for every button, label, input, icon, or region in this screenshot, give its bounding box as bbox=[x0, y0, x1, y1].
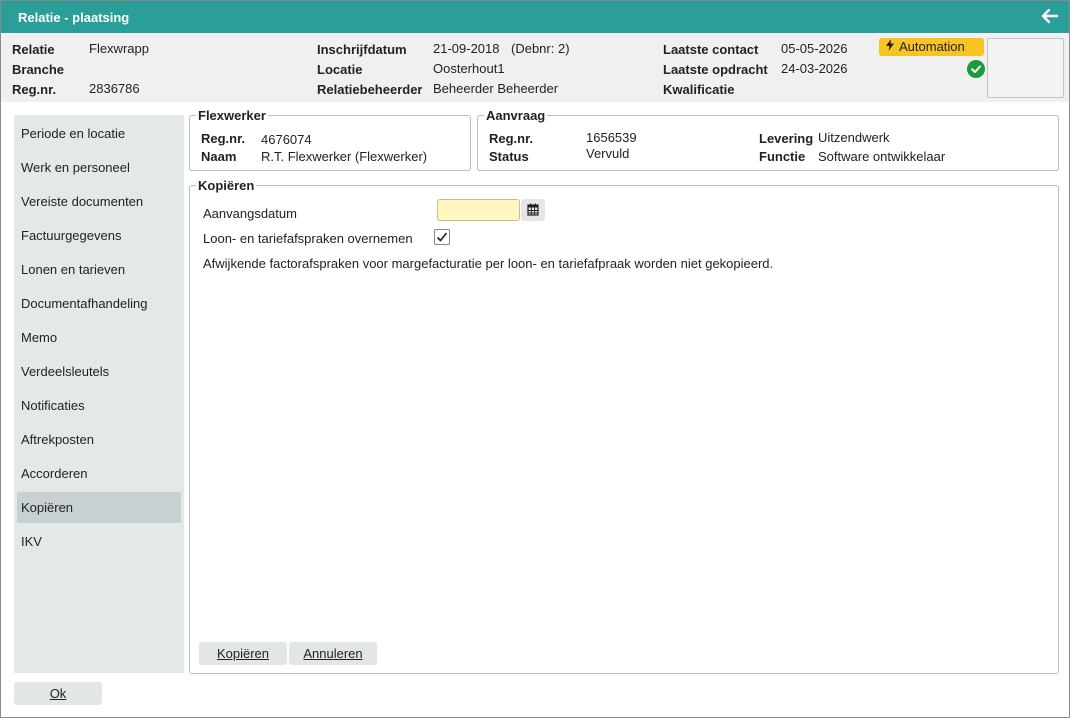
kopieren-panel: Kopiëren bbox=[189, 178, 1059, 674]
sidebar-item-kopieren[interactable]: Kopiëren bbox=[17, 492, 181, 523]
aanvraag-levering-value: Uitzendwerk bbox=[818, 130, 890, 145]
inschrijfdatum-value: 21-09-2018 bbox=[433, 41, 500, 56]
kwalificatie-label: Kwalificatie bbox=[663, 82, 735, 97]
relatiebeheerder-label: Relatiebeheerder bbox=[317, 82, 423, 97]
sidebar-item-lonen-en-tarieven[interactable]: Lonen en tarieven bbox=[17, 254, 181, 285]
aanvraag-legend: Aanvraag bbox=[486, 108, 546, 123]
laatste-contact-label: Laatste contact bbox=[663, 42, 759, 57]
aanvangsdatum-input[interactable] bbox=[437, 199, 520, 221]
branche-label: Branche bbox=[12, 62, 65, 77]
sidebar-item-werk-en-personeel[interactable]: Werk en personeel bbox=[17, 152, 181, 183]
checkmark-icon bbox=[436, 232, 448, 242]
laatste-contact-value: 05-05-2026 bbox=[781, 41, 848, 56]
sidebar-item-factuurgegevens[interactable]: Factuurgegevens bbox=[17, 220, 181, 251]
aanvraag-status-label: Status bbox=[489, 149, 529, 164]
sidebar-item-vereiste-documenten[interactable]: Vereiste documenten bbox=[17, 186, 181, 217]
laatste-opdracht-value: 24-03-2026 bbox=[781, 61, 848, 76]
dialog-window: Relatie - plaatsing Relatie Flexwrapp Br… bbox=[0, 0, 1070, 718]
sidebar-item-memo[interactable]: Memo bbox=[17, 322, 181, 353]
window-title: Relatie - plaatsing bbox=[18, 10, 130, 25]
annuleren-button[interactable]: Annuleren bbox=[289, 642, 377, 665]
loon-tarief-checkbox[interactable] bbox=[434, 229, 450, 245]
info-text: Afwijkende factorafspraken voor margefac… bbox=[203, 256, 774, 271]
flexwerker-legend: Flexwerker bbox=[198, 108, 266, 123]
sidebar-item-ikv[interactable]: IKV bbox=[17, 526, 181, 557]
laatste-opdracht-label: Laatste opdracht bbox=[663, 62, 768, 77]
aanvraag-functie-value: Software ontwikkelaar bbox=[818, 149, 946, 164]
automation-badge[interactable]: Automation bbox=[879, 38, 984, 56]
sidebar-item-aftrekposten[interactable]: Aftrekposten bbox=[17, 424, 181, 455]
ok-button[interactable]: Ok bbox=[14, 682, 102, 705]
kopieren-legend: Kopiëren bbox=[198, 178, 255, 193]
sidebar-item-notificaties[interactable]: Notificaties bbox=[17, 390, 181, 421]
regnr-value: 2836786 bbox=[89, 81, 140, 96]
photo-placeholder[interactable] bbox=[987, 38, 1064, 98]
lightning-icon bbox=[885, 38, 895, 56]
sidebar-item-verdeelsleutels[interactable]: Verdeelsleutels bbox=[17, 356, 181, 387]
relatie-label: Relatie bbox=[12, 42, 55, 57]
automation-badge-label: Automation bbox=[899, 39, 965, 54]
regnr-label: Reg.nr. bbox=[12, 82, 57, 97]
debnr-value: (Debnr: 2) bbox=[511, 41, 570, 56]
aanvraag-regnr-value: 1656539 bbox=[586, 130, 637, 145]
locatie-value: Oosterhout1 bbox=[433, 61, 505, 76]
relatie-value: Flexwrapp bbox=[89, 41, 149, 56]
aanvraag-levering-label: Levering bbox=[759, 131, 814, 146]
aanvraag-status-value: Vervuld bbox=[586, 146, 630, 161]
relation-header: Relatie Flexwrapp Branche Reg.nr. 283678… bbox=[1, 33, 1069, 102]
locatie-label: Locatie bbox=[317, 62, 363, 77]
aanvraag-regnr-label: Reg.nr. bbox=[489, 131, 534, 146]
sidebar-nav: Periode en locatie Werk en personeel Ver… bbox=[14, 115, 184, 673]
sidebar-item-periode-en-locatie[interactable]: Periode en locatie bbox=[17, 118, 181, 149]
relatiebeheerder-value: Beheerder Beheerder bbox=[433, 81, 559, 96]
back-arrow-icon[interactable] bbox=[1039, 5, 1061, 27]
flexwerker-regnr-label: Reg.nr. bbox=[201, 131, 246, 146]
flexwerker-naam-value: R.T. Flexwerker (Flexwerker) bbox=[261, 149, 428, 164]
kopieren-button[interactable]: Kopiëren bbox=[199, 642, 287, 665]
title-bar: Relatie - plaatsing bbox=[1, 1, 1069, 33]
check-circle-icon bbox=[967, 60, 985, 78]
aanvraag-functie-label: Functie bbox=[759, 149, 806, 164]
flexwerker-regnr-value: 4676074 bbox=[261, 132, 312, 147]
inschrijfdatum-label: Inschrijfdatum bbox=[317, 42, 407, 57]
loon-tarief-label: Loon- en tariefafspraken overnemen bbox=[203, 231, 413, 246]
aanvangsdatum-label: Aanvangsdatum bbox=[203, 206, 297, 221]
flexwerker-naam-label: Naam bbox=[201, 149, 237, 164]
sidebar-item-documentafhandeling[interactable]: Documentafhandeling bbox=[17, 288, 181, 319]
calendar-icon[interactable] bbox=[521, 199, 545, 221]
sidebar-item-accorderen[interactable]: Accorderen bbox=[17, 458, 181, 489]
